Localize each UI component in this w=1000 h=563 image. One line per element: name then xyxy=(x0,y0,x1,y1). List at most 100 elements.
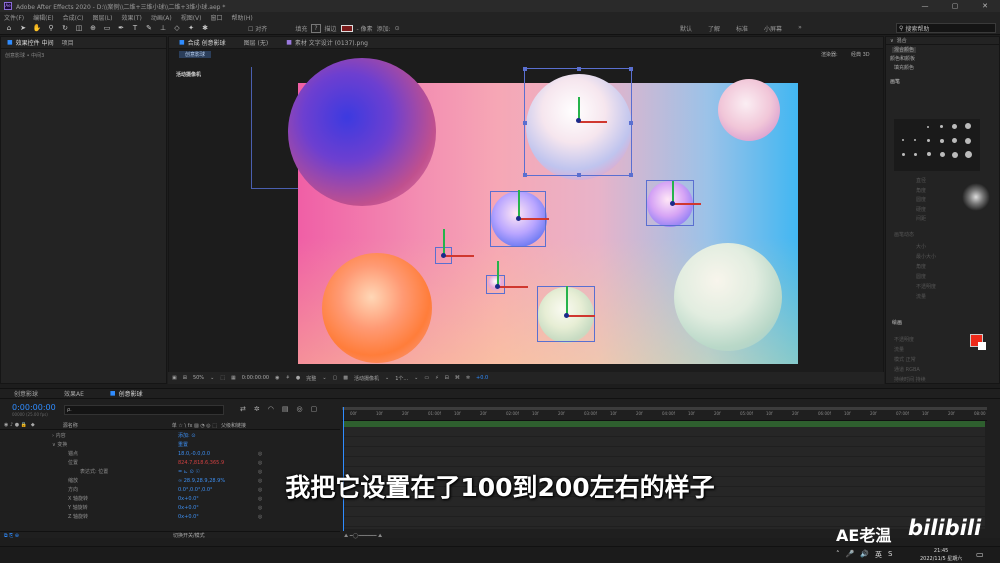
timeline-tab-2[interactable]: 效果AE xyxy=(64,389,84,398)
camera-view-select[interactable]: 活动摄像机 xyxy=(354,375,379,382)
color-channel-icon[interactable]: ● xyxy=(296,375,300,381)
menu-view[interactable]: 视图(V) xyxy=(181,13,202,22)
brush-preset[interactable] xyxy=(902,139,904,141)
shy-icon[interactable]: ◠ xyxy=(268,405,274,413)
brush-preset[interactable] xyxy=(940,125,943,128)
tab-footage[interactable]: ■ 素材 文字设计 (0137).png xyxy=(286,38,368,47)
property-row[interactable]: ∨ 变换 重置 xyxy=(0,440,340,449)
x-axis-arrow-icon[interactable] xyxy=(519,218,549,220)
hand-tool-icon[interactable]: ✋ xyxy=(32,23,42,33)
chevron-down-icon[interactable]: ⌄ xyxy=(414,375,418,381)
show-channel-icon[interactable]: ⚘ xyxy=(285,375,289,381)
brush-preset[interactable] xyxy=(940,139,944,143)
sogou-icon[interactable]: S xyxy=(888,550,892,560)
anchor-point-icon[interactable] xyxy=(516,216,521,221)
property-value[interactable]: 0x+0.0° xyxy=(178,514,199,520)
minimize-button[interactable]: — xyxy=(910,0,940,12)
timeline-tab-1[interactable]: 创意影球 xyxy=(14,389,38,398)
tab-effect-controls[interactable]: ■ 效果控件 中间 xyxy=(7,38,54,47)
handle[interactable] xyxy=(577,173,581,177)
brush-preset[interactable] xyxy=(927,152,931,156)
menu-animation[interactable]: 动画(A) xyxy=(151,13,172,22)
camera-tool-icon[interactable]: ◫ xyxy=(74,23,84,33)
menu-effect[interactable]: 效果(T) xyxy=(122,13,142,22)
clone-stamp-tool-icon[interactable]: ⊥ xyxy=(158,23,168,33)
stroke-color-swatch[interactable] xyxy=(340,24,353,32)
view-layout-select[interactable]: 1个... xyxy=(395,375,408,382)
brush-preset[interactable] xyxy=(914,139,916,141)
property-row[interactable]: 锚点 18.0,-0.0,0.0 ◎ xyxy=(0,449,340,458)
brush-preset[interactable] xyxy=(902,153,905,156)
property-row[interactable]: › 内容 添加: ⊙ xyxy=(0,431,340,440)
y-axis-arrow-icon[interactable] xyxy=(672,181,674,203)
brush-preset[interactable] xyxy=(952,152,958,158)
x-axis-arrow-icon[interactable] xyxy=(567,315,595,317)
handle[interactable] xyxy=(577,67,581,71)
brush-preset[interactable] xyxy=(952,124,957,129)
workspace-more-icon[interactable]: » xyxy=(798,24,802,33)
property-row[interactable]: Z 轴旋转 0x+0.0° ◎ xyxy=(0,512,340,521)
menu-window[interactable]: 窗口 xyxy=(210,13,222,22)
property-row[interactable]: Y 轴旋转 0x+0.0° ◎ xyxy=(0,503,340,512)
tab-project[interactable]: 项目 xyxy=(62,38,74,47)
resolution-select[interactable]: 完整 xyxy=(306,375,316,382)
region-icon[interactable]: ⬚ xyxy=(220,375,225,381)
y-axis-arrow-icon[interactable] xyxy=(566,286,568,314)
brush-presets-grid[interactable] xyxy=(894,119,980,171)
grid-icon[interactable]: ⊞ xyxy=(183,375,187,381)
property-row[interactable]: 位置 824.7,818.6,365.9 ◎ xyxy=(0,458,340,467)
property-value[interactable]: 824.7,818.6,365.9 xyxy=(178,460,224,466)
sub-tab-comp[interactable]: 创意影球 xyxy=(179,51,212,58)
timeline-icon[interactable]: ⊟ xyxy=(445,375,449,381)
motion-blur-icon[interactable]: ◎ xyxy=(296,405,302,413)
handle[interactable] xyxy=(523,173,527,177)
y-axis-arrow-icon[interactable] xyxy=(497,261,499,285)
roto-brush-tool-icon[interactable]: ✦ xyxy=(186,23,196,33)
transparency-icon[interactable]: ▦ xyxy=(231,375,236,381)
anchor-point-icon[interactable] xyxy=(441,253,446,258)
fill-help-button[interactable]: ? xyxy=(311,23,321,33)
pick-whip-icon[interactable]: ◎ xyxy=(258,460,262,466)
pick-whip-icon[interactable]: ◎ xyxy=(258,505,262,511)
y-axis-arrow-icon[interactable] xyxy=(443,229,445,255)
timeline-timecode[interactable]: 0:00:00:00 xyxy=(12,403,56,412)
frame-blending-icon[interactable]: ▤ xyxy=(282,405,289,413)
property-value[interactable]: 18.0,-0.0,0.0 xyxy=(178,451,210,457)
text-tool-icon[interactable]: T xyxy=(130,23,140,33)
tab-layer[interactable]: 图层 (无) xyxy=(244,38,269,47)
brush-preset[interactable] xyxy=(965,123,971,129)
zoom-select[interactable]: 50% xyxy=(193,375,204,381)
render-time-icon[interactable]: ⧉ ⎘ ⊕ xyxy=(4,533,19,539)
timeline-search-input[interactable]: ρ. xyxy=(64,405,224,415)
handle[interactable] xyxy=(629,173,633,177)
x-axis-arrow-icon[interactable] xyxy=(498,286,528,288)
anchor-point-icon[interactable] xyxy=(670,201,675,206)
clock[interactable]: 21:45 2022/11/5 星期六 xyxy=(920,547,962,563)
brush-preset[interactable] xyxy=(927,126,929,128)
property-value[interactable]: 重置 xyxy=(178,441,188,448)
brush-preset[interactable] xyxy=(965,151,972,158)
rotate-tool-icon[interactable]: ↻ xyxy=(60,23,70,33)
time-ruler[interactable]: 00f 10f 20f 01:00f 10f 20f 02:00f 10f 20f 03:00f 1… xyxy=(342,407,987,421)
zoom-slider[interactable]: ⛰ ━◯━━━━━━ ⛰ xyxy=(344,533,434,539)
preview-icon[interactable]: ▣ xyxy=(172,375,177,381)
draft-3d-icon[interactable]: ✲ xyxy=(254,405,260,413)
pixel-aspect-icon[interactable]: ▭ xyxy=(424,375,429,381)
menu-help[interactable]: 帮助(H) xyxy=(232,13,253,22)
handle[interactable] xyxy=(523,67,527,71)
work-area-bar[interactable] xyxy=(342,407,987,410)
brush-preset[interactable] xyxy=(965,138,971,144)
menu-layer[interactable]: 图层(L) xyxy=(93,13,113,22)
chevron-down-icon[interactable]: ⌄ xyxy=(385,375,389,381)
notification-icon[interactable]: ▭ xyxy=(976,550,984,559)
tab-composition[interactable]: ■ 合成 创意影球 xyxy=(179,38,226,47)
anchor-point-icon[interactable] xyxy=(564,313,569,318)
toggle-transparency-icon[interactable]: ▩ xyxy=(343,375,348,381)
background-color-swatch[interactable] xyxy=(978,342,986,350)
pick-whip-icon[interactable]: ◎ xyxy=(258,514,262,520)
channel-value[interactable]: RGBA xyxy=(906,367,920,373)
anchor-point-icon[interactable] xyxy=(495,284,500,289)
roi-icon[interactable]: ▢ xyxy=(333,375,338,381)
graph-editor-icon[interactable]: ▢ xyxy=(311,405,318,413)
x-axis-arrow-icon[interactable] xyxy=(444,255,474,257)
